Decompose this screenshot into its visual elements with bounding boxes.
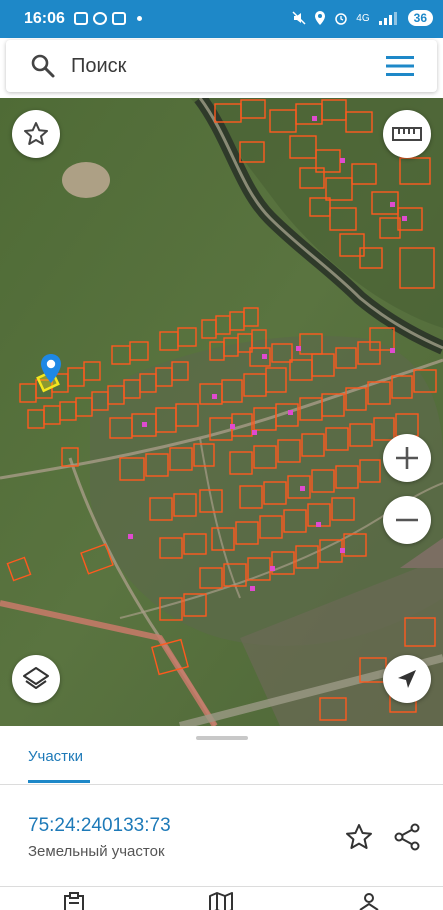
search-bar[interactable]: Поиск [6, 40, 437, 92]
bottom-sheet[interactable]: Участки 75:24:240133:73 Земельный участо… [0, 726, 443, 910]
favorites-button[interactable] [12, 110, 60, 158]
zoom-out-button[interactable] [383, 496, 431, 544]
navigation-arrow-icon [398, 670, 416, 688]
star-outline-icon[interactable] [344, 822, 374, 852]
share-icon[interactable] [392, 822, 422, 852]
divider [0, 784, 443, 785]
layers-icon [23, 667, 49, 689]
route-icon[interactable] [356, 892, 382, 910]
status-bar: 16:06 4G 36 [0, 0, 443, 38]
location-icon [315, 11, 326, 25]
map-view[interactable] [0, 98, 443, 726]
mute-icon [292, 11, 306, 25]
youtube-icon [112, 12, 126, 25]
zoom-in-button[interactable] [383, 434, 431, 482]
battery-badge: 36 [407, 10, 433, 26]
status-time: 16:06 [24, 10, 65, 27]
drag-handle[interactable] [196, 736, 248, 740]
tab-indicator [28, 780, 90, 783]
dot-icon [137, 16, 142, 21]
network-label: 4G [356, 12, 370, 24]
my-location-button[interactable] [383, 655, 431, 703]
ruler-icon [392, 127, 422, 141]
star-icon [24, 122, 48, 145]
message-icon [74, 12, 88, 25]
system-icons: 4G 36 [292, 10, 433, 26]
bottom-nav-divider [0, 886, 443, 887]
notification-icons [74, 12, 142, 25]
signal-icon [378, 12, 397, 25]
parcel-number-link[interactable]: 75:24:240133:73 [28, 815, 171, 837]
hamburger-menu-icon[interactable] [385, 54, 415, 78]
alarm-icon [335, 13, 348, 25]
whatsapp-icon [93, 12, 107, 25]
ruler-button[interactable] [383, 110, 431, 158]
location-pin-icon[interactable] [40, 354, 62, 384]
layers-button[interactable] [12, 655, 60, 703]
map-icon[interactable] [208, 892, 234, 910]
tab-parcels[interactable]: Участки [28, 748, 83, 765]
satellite-map[interactable] [0, 98, 443, 726]
search-input[interactable]: Поиск [71, 55, 126, 78]
minus-icon [396, 518, 418, 522]
clipboard-icon[interactable] [62, 892, 86, 910]
parcel-type: Земельный участок [28, 843, 165, 860]
plus-icon [396, 447, 418, 469]
search-icon[interactable] [30, 53, 56, 79]
